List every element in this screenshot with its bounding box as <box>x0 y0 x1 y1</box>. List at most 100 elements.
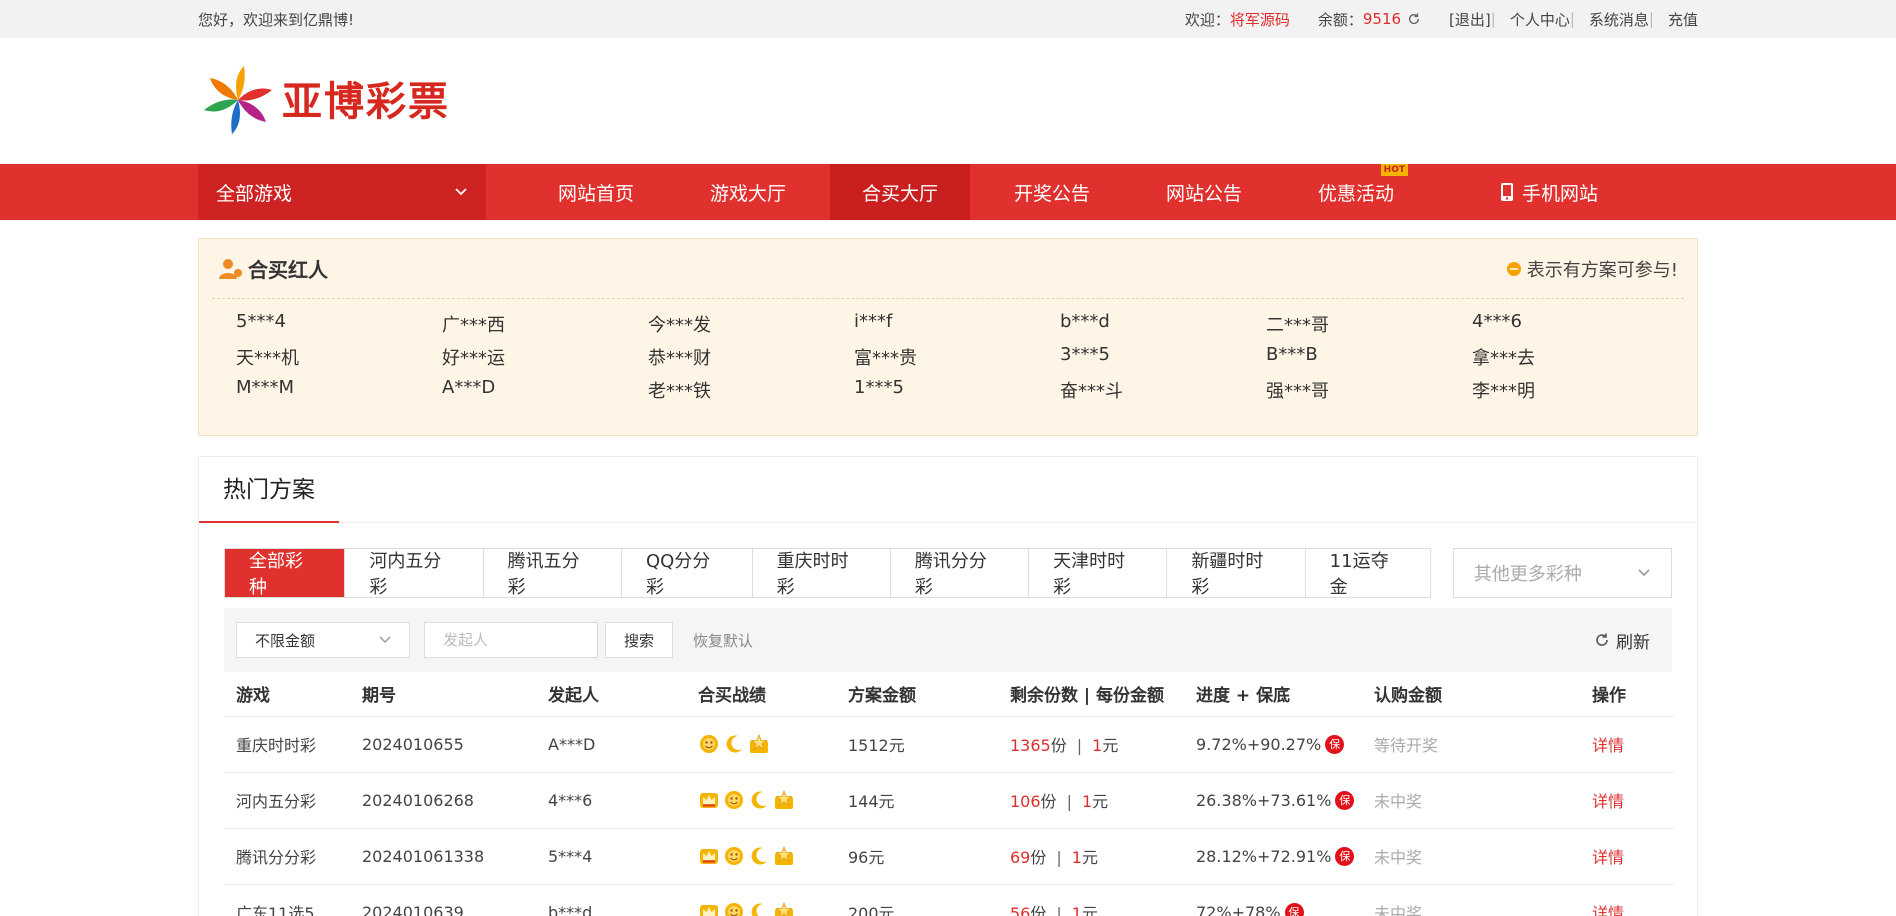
top-player-name[interactable]: 富***贵 <box>854 344 1060 369</box>
cell-issue: 2024010655 <box>350 716 536 773</box>
hot-plans-title: 热门方案 <box>199 457 339 523</box>
cell-progress: 9.72%+90.27% 保 <box>1184 716 1362 773</box>
top-player-name[interactable]: i***f <box>854 311 1060 334</box>
nav-home[interactable]: 网站首页 <box>520 164 672 220</box>
all-games-dropdown[interactable]: 全部游戏 <box>198 164 486 220</box>
remaining-shares: 56 <box>1010 904 1031 916</box>
top-player-name[interactable]: 拿***去 <box>1472 344 1678 369</box>
divider: | <box>1569 10 1575 28</box>
lottery-tab[interactable]: 11运夺金 <box>1306 549 1430 598</box>
cell-record <box>686 772 836 829</box>
star-icon <box>748 733 770 755</box>
lottery-tab[interactable]: 腾讯五分彩 <box>484 549 622 598</box>
star-icon <box>773 845 795 867</box>
lottery-tab[interactable]: 重庆时时彩 <box>753 549 891 598</box>
user-icon <box>219 258 242 279</box>
all-games-label: 全部游戏 <box>216 182 293 205</box>
system-messages-link[interactable]: 系统消息 <box>1589 9 1649 30</box>
cell-starter: b***d <box>536 884 686 916</box>
search-button[interactable]: 搜索 <box>605 622 673 658</box>
top-bar: 您好，欢迎来到亿鼎博! 欢迎： 将军源码 余额： 9516 [退出] | 个人中… <box>0 0 1896 38</box>
top-player-name[interactable]: 4***6 <box>1472 311 1678 334</box>
filter-bar: 不限金额 搜索 恢复默认 刷新 <box>224 608 1672 672</box>
logo-text: 亚博彩票 <box>282 78 450 125</box>
guarantee-badge: 保 <box>1325 734 1345 754</box>
cell-progress: 72%+78% 保 <box>1184 884 1362 916</box>
moon-icon <box>748 789 770 811</box>
personal-center-link[interactable]: 个人中心 <box>1510 9 1570 30</box>
more-lotteries-select[interactable]: 其他更多彩种 <box>1452 548 1672 598</box>
smile-icon <box>698 733 720 755</box>
nav-promotions[interactable]: 优惠活动 HOT <box>1280 164 1432 220</box>
top-player-name[interactable]: 老***铁 <box>648 377 854 402</box>
lottery-tabs: 全部彩种 河内五分彩 腾讯五分彩 QQ分分彩 重庆时时彩 腾讯分分彩 天津时时彩 新疆时时彩 1… <box>224 548 1431 598</box>
lottery-tab[interactable]: 河内五分彩 <box>345 549 484 598</box>
refresh-balance-icon[interactable] <box>1407 12 1421 26</box>
lottery-tab[interactable]: QQ分分彩 <box>622 549 753 598</box>
cell-issue: 20240106268 <box>350 772 536 829</box>
refresh-button[interactable]: 刷新 <box>1594 628 1650 653</box>
top-player-name[interactable]: A***D <box>442 377 648 400</box>
smile-icon <box>723 845 745 867</box>
cell-status: 等待开奖 <box>1362 716 1580 773</box>
refresh-label: 刷新 <box>1616 632 1650 653</box>
top-player-name[interactable]: 奋***斗 <box>1060 377 1266 402</box>
detail-link[interactable]: 详情 <box>1580 828 1674 885</box>
divider: | <box>1648 10 1654 28</box>
per-share-amount: 1 <box>1081 792 1093 811</box>
chevron-down-icon <box>1638 569 1650 577</box>
unit-yuan: 元 <box>1081 904 1098 916</box>
plans-table: 游戏 期号 发起人 合买战绩 方案金额 剩余份数 | 每份金额 进度 + 保底 认购金额 操作 … <box>224 672 1674 916</box>
guarantee-badge: 保 <box>1335 790 1355 810</box>
more-lotteries-label: 其他更多彩种 <box>1473 564 1582 585</box>
starter-input[interactable] <box>424 622 598 658</box>
username[interactable]: 将军源码 <box>1230 9 1290 30</box>
table-row: 重庆时时彩 2024010655 A***D 1512元 1365份 | 1元 9.72%+9… <box>224 716 1674 773</box>
lottery-tab[interactable]: 腾讯分分彩 <box>891 549 1030 598</box>
reset-default-link[interactable]: 恢复默认 <box>693 630 753 651</box>
top-player-name[interactable]: M***M <box>236 377 442 400</box>
column-header: 方案金额 <box>836 672 998 717</box>
detail-link[interactable]: 详情 <box>1580 716 1674 773</box>
top-player-name[interactable]: 好***运 <box>442 344 648 369</box>
remaining-shares: 1365 <box>1010 736 1051 755</box>
logout-link[interactable]: [退出] <box>1449 9 1491 30</box>
unit-share: 份 <box>1030 904 1047 916</box>
nav-site-notices[interactable]: 网站公告 <box>1128 164 1280 220</box>
nav-group-buy-hall[interactable]: 合买大厅 <box>830 164 970 220</box>
amount-select[interactable]: 不限金额 <box>236 622 410 658</box>
per-share-amount: 1 <box>1071 848 1082 867</box>
top-player-name[interactable]: 二***哥 <box>1266 311 1472 336</box>
lottery-tab[interactable]: 新疆时时彩 <box>1167 549 1306 598</box>
nav-mobile-site[interactable]: 手机网站 <box>1500 164 1598 220</box>
top-player-name[interactable]: 5***4 <box>236 311 442 334</box>
nav-draw-results[interactable]: 开奖公告 <box>976 164 1128 220</box>
column-header: 剩余份数 | 每份金额 <box>998 672 1184 717</box>
guarantee-badge: 保 <box>1284 902 1304 916</box>
main-nav: 全部游戏 网站首页 游戏大厅 合买大厅 开奖公告 网站公告 优惠活动 HOT 手… <box>0 164 1896 220</box>
top-player-name[interactable]: 强***哥 <box>1266 377 1472 402</box>
refresh-icon <box>1596 633 1608 646</box>
nav-game-hall[interactable]: 游戏大厅 <box>672 164 824 220</box>
chevron-down-icon <box>379 636 391 643</box>
top-player-name[interactable]: B***B <box>1266 344 1472 367</box>
top-player-name[interactable]: 恭***财 <box>648 344 854 369</box>
top-player-name[interactable]: 天***机 <box>236 344 442 369</box>
top-player-name[interactable]: 3***5 <box>1060 344 1266 367</box>
detail-link[interactable]: 详情 <box>1580 772 1674 829</box>
amount-select-value: 不限金额 <box>255 631 316 650</box>
top-player-name[interactable]: b***d <box>1060 311 1266 334</box>
recharge-link[interactable]: 充值 <box>1668 9 1698 30</box>
logo[interactable]: 亚博彩票 <box>198 62 450 134</box>
lottery-tab[interactable]: 天津时时彩 <box>1029 549 1168 598</box>
progress-text: 28.12%+72.91% <box>1196 846 1332 866</box>
detail-link[interactable]: 详情 <box>1580 884 1674 916</box>
top-player-name[interactable]: 1***5 <box>854 377 1060 400</box>
divider: | <box>1066 792 1072 811</box>
top-player-name[interactable]: 李***明 <box>1472 377 1678 402</box>
top-player-name[interactable]: 广***西 <box>442 311 648 336</box>
top-player-name[interactable]: 今***发 <box>648 311 854 336</box>
mobile-phone-icon <box>1501 183 1513 201</box>
cell-game: 河内五分彩 <box>224 772 350 829</box>
lottery-tab[interactable]: 全部彩种 <box>225 549 346 598</box>
